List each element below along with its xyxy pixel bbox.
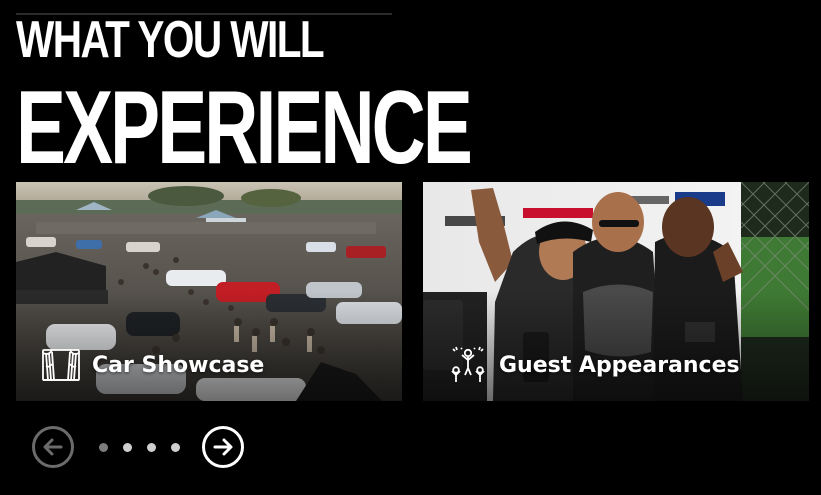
- card-guest-appearances[interactable]: Guest Appearances: [423, 182, 809, 401]
- heading-line-2: EXPERIENCE: [16, 70, 473, 186]
- carousel-dots: [99, 442, 180, 452]
- stage-curtain-icon: [42, 349, 80, 381]
- carousel-navigation: [32, 426, 244, 468]
- heading-line-1: WHAT YOU WILL: [16, 11, 325, 69]
- carousel-dot[interactable]: [171, 442, 180, 452]
- arrow-left-circle-icon: [43, 438, 63, 456]
- arrow-right-circle-icon: [213, 438, 233, 456]
- card-car-showcase[interactable]: Car Showcase: [16, 182, 402, 401]
- carousel-dot[interactable]: [147, 442, 156, 452]
- celebration-crowd-icon: [451, 346, 485, 382]
- card-caption: Car Showcase: [40, 344, 264, 386]
- card-title: Guest Appearances: [499, 352, 740, 378]
- carousel-dot[interactable]: [99, 442, 108, 452]
- carousel-dot[interactable]: [123, 442, 132, 452]
- card-caption: Guest Appearances: [447, 344, 740, 386]
- section-heading: WHAT YOU WILL EXPERIENCE: [16, 14, 646, 180]
- carousel-next-button[interactable]: [202, 426, 244, 468]
- carousel-prev-button[interactable]: [32, 426, 74, 468]
- card-title: Car Showcase: [92, 352, 265, 378]
